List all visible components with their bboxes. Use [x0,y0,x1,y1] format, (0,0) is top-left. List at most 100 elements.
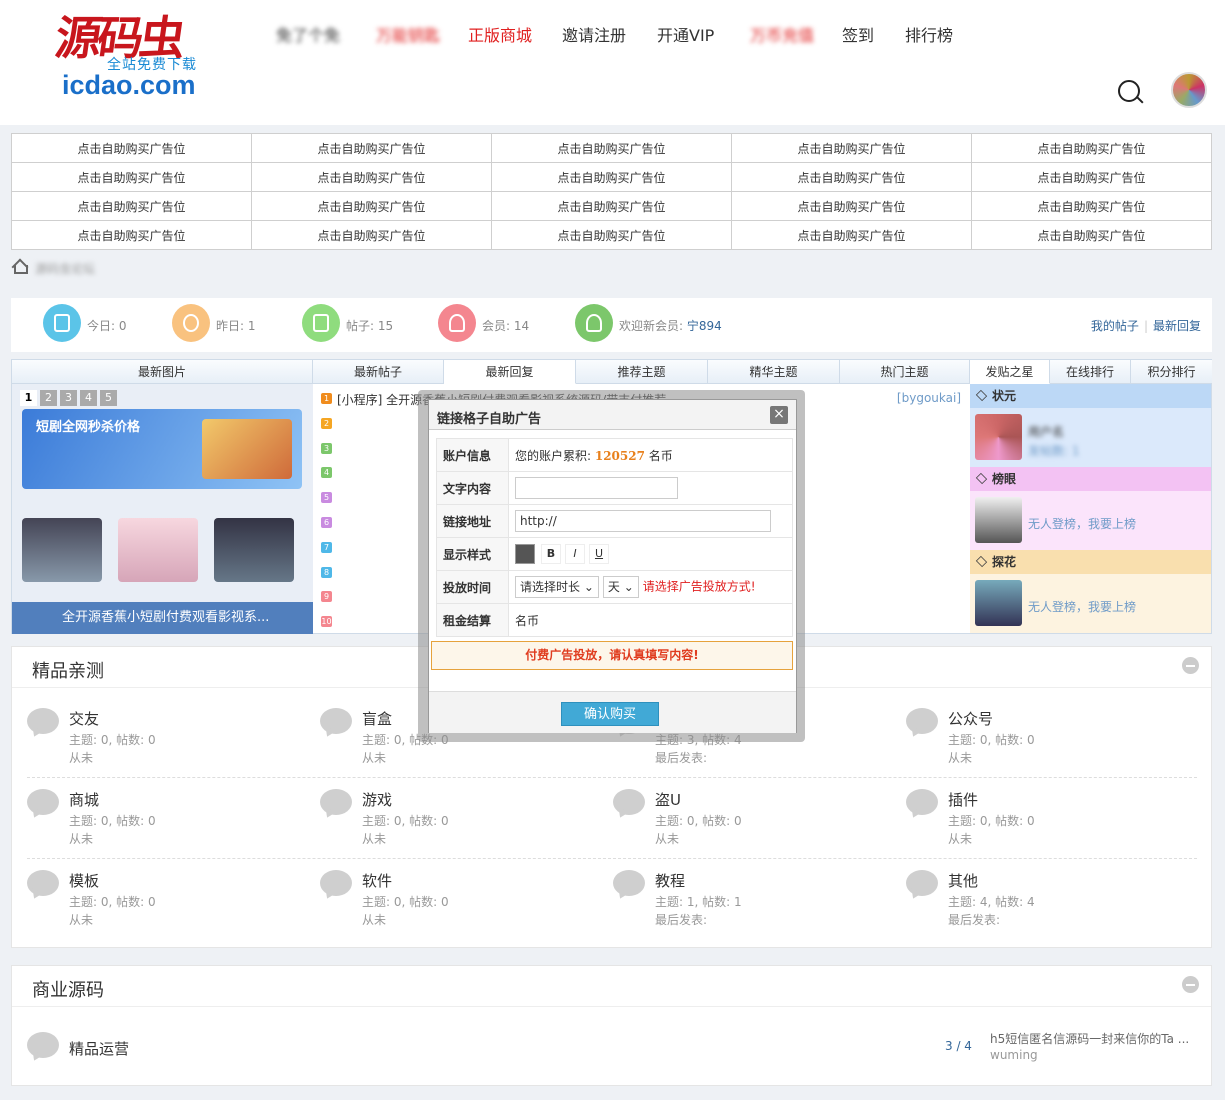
link-url-input[interactable]: http:// [515,510,771,532]
forum-item[interactable]: 盗U 主题: 0, 帖数: 0 从未 [613,787,903,857]
rank-first-avatar[interactable] [975,414,1022,460]
forum-item[interactable]: 插件 主题: 0, 帖数: 0 从未 [906,787,1196,857]
tab-recommended[interactable]: 推荐主题 [576,360,708,384]
nav-item-invite-register[interactable]: 邀请注册 [562,22,626,46]
bold-button[interactable]: B [541,544,561,564]
ad-slot[interactable]: 点击自助购买广告位 [971,191,1212,221]
collapse-icon[interactable] [1182,657,1199,674]
nav-item-master-key[interactable]: 万能钥匙 [376,22,440,46]
rank-third-avatar[interactable] [975,580,1022,626]
my-posts-link[interactable]: 我的帖子 [1091,319,1139,333]
unit-select[interactable]: 天 ⌄ [602,576,639,598]
rank-second: 榜眼 无人登榜，我要上榜 [970,467,1211,550]
forum-item[interactable]: 模板 主题: 0, 帖数: 0 从未 [27,868,317,938]
latest-reply-link[interactable]: 最新回复 [1153,319,1201,333]
ad-slot[interactable]: 点击自助购买广告位 [971,220,1212,250]
forum-item[interactable]: 公众号 主题: 0, 帖数: 0 从未 [906,706,1196,776]
forum-name[interactable]: 交友 [69,708,99,729]
slider-page-button[interactable]: 1 [20,390,37,406]
forum-name[interactable]: 插件 [948,789,978,810]
color-picker[interactable] [515,544,535,564]
forum-name[interactable]: 公众号 [948,708,993,729]
rank-second-empty[interactable]: 无人登榜，我要上榜 [1028,515,1136,532]
nav-item-checkin[interactable]: 签到 [842,22,874,46]
nav-item-open-vip[interactable]: 开通VIP [657,22,714,46]
ad-slot[interactable]: 点击自助购买广告位 [491,191,732,221]
ad-slot[interactable]: 点击自助购买广告位 [491,162,732,192]
section-title[interactable]: 商业源码 [32,976,104,1002]
forum-name[interactable]: 商城 [69,789,99,810]
dialog-footer: 确认购买 [429,691,796,733]
forum-name[interactable]: 教程 [655,870,685,891]
forum-item[interactable]: 商城 主题: 0, 帖数: 0 从未 [27,787,317,857]
ad-slot[interactable]: 点击自助购买广告位 [251,133,492,163]
ad-slot[interactable]: 点击自助购买广告位 [251,162,492,192]
forum-name[interactable]: 模板 [69,870,99,891]
slider-page-button[interactable]: 5 [100,390,117,406]
tab-latest-replies[interactable]: 最新回复 [444,360,576,384]
home-icon[interactable] [11,259,28,274]
slider-page-button[interactable]: 4 [80,390,97,406]
rank-number: 10 [321,616,332,628]
forum-bubble-icon [320,708,352,734]
section-title[interactable]: 精品亲测 [32,657,104,683]
underline-button[interactable]: U [589,544,609,564]
text-content-input[interactable] [515,477,678,499]
last-post-author[interactable]: wuming [990,1048,1038,1062]
forum-item[interactable]: 教程 主题: 1, 帖数: 1 最后发表: [613,868,903,938]
ad-slot[interactable]: 点击自助购买广告位 [11,162,252,192]
last-post-title[interactable]: h5短信匿名信源码一封来信你的Ta ... [990,1030,1189,1047]
forum-name[interactable]: 其他 [948,870,978,891]
rank-second-avatar[interactable] [975,497,1022,543]
rank-third-empty[interactable]: 无人登榜，我要上榜 [1028,598,1136,615]
rank-number: 2 [321,417,332,429]
tab-hot[interactable]: 热门主题 [840,360,970,384]
ad-slot[interactable]: 点击自助购买广告位 [731,191,972,221]
forum-item[interactable]: 精品运营 [27,1030,527,1100]
forum-item[interactable]: 软件 主题: 0, 帖数: 0 从未 [320,868,610,938]
italic-button[interactable]: I [565,544,585,564]
duration-select[interactable]: 请选择时长 ⌄ [515,576,599,598]
ad-slot[interactable]: 点击自助购买广告位 [11,133,252,163]
slide-caption[interactable]: 全开源香蕉小短剧付费观看影视系... [12,602,313,634]
rank-first-name[interactable]: 用户名 [1028,423,1064,440]
collapse-icon[interactable] [1182,976,1199,993]
search-icon[interactable] [1118,80,1140,102]
ad-slot[interactable]: 点击自助购买广告位 [971,162,1212,192]
nav-item-leaderboard[interactable]: 排行榜 [905,22,953,46]
thread-author[interactable]: [bygoukai] [897,391,961,405]
forum-name[interactable]: 盲盒 [362,708,392,729]
nav-item-official-store[interactable]: 正版商城 [468,22,532,46]
confirm-purchase-button[interactable]: 确认购买 [561,702,659,726]
ad-slot[interactable]: 点击自助购买广告位 [251,220,492,250]
forum-item[interactable]: 其他 主题: 4, 帖数: 4 最后发表: [906,868,1196,938]
ad-slot[interactable]: 点击自助购买广告位 [11,191,252,221]
image-slider[interactable]: 12345 短剧全网秒杀价格 全开源香蕉小短剧付费观看影视系... [12,384,313,634]
forum-name[interactable]: 软件 [362,870,392,891]
forum-item[interactable]: 交友 主题: 0, 帖数: 0 从未 [27,706,317,776]
close-icon[interactable]: × [770,406,788,424]
slider-page-button[interactable]: 2 [40,390,57,406]
avatar[interactable] [1171,72,1207,108]
forum-name[interactable]: 游戏 [362,789,392,810]
site-logo[interactable]: 源码虫 全站免费下载 icdao.com [52,2,222,102]
forum-name[interactable]: 盗U [655,789,681,810]
nav-item-free[interactable]: 免了个免 [276,22,340,46]
ad-slot[interactable]: 点击自助购买广告位 [491,220,732,250]
forum-item[interactable]: 游戏 主题: 0, 帖数: 0 从未 [320,787,610,857]
breadcrumb-current[interactable]: 源码虫论坛 [35,260,95,277]
slider-page-button[interactable]: 3 [60,390,77,406]
tab-latest-posts[interactable]: 最新帖子 [313,360,444,384]
new-member-link[interactable]: 宁894 [687,319,722,333]
ad-slot[interactable]: 点击自助购买广告位 [731,162,972,192]
nav-item-recharge[interactable]: 万币充值 [750,22,814,46]
ad-slot[interactable]: 点击自助购买广告位 [11,220,252,250]
forum-name[interactable]: 精品运营 [69,1038,129,1059]
ad-slot[interactable]: 点击自助购买广告位 [971,133,1212,163]
ad-slot[interactable]: 点击自助购买广告位 [731,220,972,250]
ad-slot[interactable]: 点击自助购买广告位 [251,191,492,221]
ad-slot[interactable]: 点击自助购买广告位 [731,133,972,163]
ad-slot[interactable]: 点击自助购买广告位 [491,133,732,163]
tab-featured[interactable]: 精华主题 [708,360,840,384]
tab-latest-images[interactable]: 最新图片 [12,360,313,384]
